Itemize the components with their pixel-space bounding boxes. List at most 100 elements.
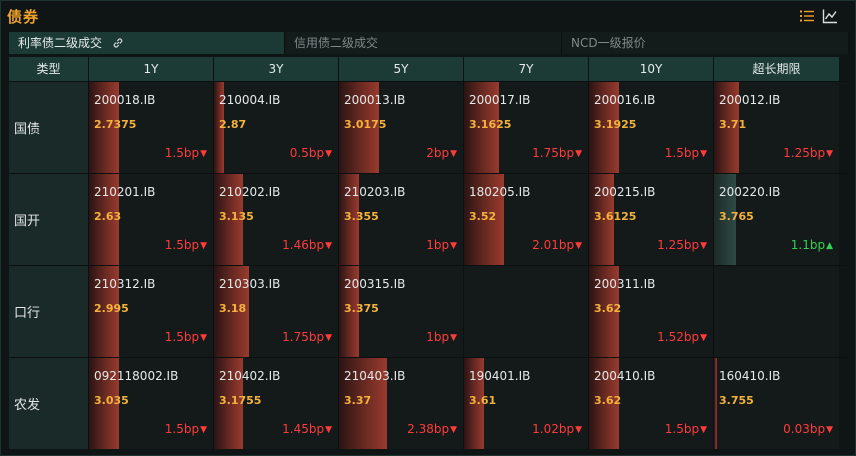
bond-cell[interactable]: 190401.IB 3.61 1.02bp▼ xyxy=(464,358,589,449)
link-icon[interactable] xyxy=(112,37,124,49)
tab-bar: 利率债二级成交 信用债二级成交 NCD一级报价 xyxy=(9,32,849,54)
bond-yield: 2.7375 xyxy=(94,118,137,131)
row-type-label: 国开 xyxy=(9,174,89,265)
yield-change: 1.75bp▼ xyxy=(282,330,332,344)
yield-change: 1bp▼ xyxy=(426,238,457,252)
bond-cell[interactable]: 200215.IB 3.6125 1.25bp▼ xyxy=(589,174,714,265)
bond-cell[interactable]: 210203.IB 3.355 1bp▼ xyxy=(339,174,464,265)
tab-rate-bond-secondary[interactable]: 利率债二级成交 xyxy=(9,32,285,54)
triangle-down-icon: ▼ xyxy=(575,241,582,251)
bond-code: 200315.IB xyxy=(344,277,406,291)
column-header-type: 类型 xyxy=(9,57,89,81)
triangle-down-icon: ▼ xyxy=(200,333,207,343)
triangle-up-icon: ▲ xyxy=(826,241,833,251)
bond-cell[interactable]: 180205.IB 3.52 2.01bp▼ xyxy=(464,174,589,265)
yield-change-value: 1.5bp xyxy=(664,146,700,160)
bond-code: 200410.IB xyxy=(594,369,656,383)
triangle-down-icon: ▼ xyxy=(700,333,707,343)
bond-matrix: 类型 1Y 3Y 5Y 7Y 10Y 超长期限 国债 200018.IB 2.737… xyxy=(9,57,849,449)
bond-cell[interactable]: 200220.IB 3.765 1.1bp▲ xyxy=(714,174,839,265)
yield-change-value: 1.5bp xyxy=(164,146,200,160)
yield-change: 1bp▼ xyxy=(426,330,457,344)
yield-change-value: 1.1bp xyxy=(790,238,826,252)
yield-change-value: 1.5bp xyxy=(164,330,200,344)
yield-change-value: 1bp xyxy=(426,330,450,344)
tab-ncd-primary-quote[interactable]: NCD一级报价 xyxy=(562,32,849,54)
yield-change-value: 0.5bp xyxy=(289,146,325,160)
bond-cell[interactable]: 200016.IB 3.1925 1.5bp▼ xyxy=(589,82,714,173)
yield-change-value: 0.03bp xyxy=(783,422,826,436)
bond-cell[interactable]: 210403.IB 3.37 2.38bp▼ xyxy=(339,358,464,449)
triangle-down-icon: ▼ xyxy=(700,241,707,251)
yield-change: 1.46bp▼ xyxy=(282,238,332,252)
yield-change: 1.52bp▼ xyxy=(657,330,707,344)
yield-change: 1.25bp▼ xyxy=(657,238,707,252)
row-type-label: 国债 xyxy=(9,82,89,173)
bond-cell[interactable]: 160410.IB 3.755 0.03bp▼ xyxy=(714,358,839,449)
triangle-down-icon: ▼ xyxy=(200,241,207,251)
bond-yield: 3.71 xyxy=(719,118,747,131)
bond-cell[interactable]: 210202.IB 3.135 1.46bp▼ xyxy=(214,174,339,265)
triangle-down-icon: ▼ xyxy=(200,425,207,435)
bond-code: 200017.IB xyxy=(469,93,531,107)
bond-code: 200013.IB xyxy=(344,93,406,107)
bond-yield: 3.355 xyxy=(344,210,379,223)
bond-cell xyxy=(464,266,589,357)
triangle-down-icon: ▼ xyxy=(700,425,707,435)
bond-code: 200012.IB xyxy=(719,93,781,107)
bond-cell[interactable]: 200311.IB 3.62 1.52bp▼ xyxy=(589,266,714,357)
bond-cell[interactable]: 210303.IB 3.18 1.75bp▼ xyxy=(214,266,339,357)
yield-change-value: 1.46bp xyxy=(282,238,325,252)
yield-change-value: 1.25bp xyxy=(657,238,700,252)
bond-cell[interactable]: 092118002.IB 3.035 1.5bp▼ xyxy=(89,358,214,449)
bond-cell[interactable]: 200315.IB 3.375 1bp▼ xyxy=(339,266,464,357)
yield-change: 1.25bp▼ xyxy=(783,146,833,160)
yield-change: 0.03bp▼ xyxy=(783,422,833,436)
bond-yield: 3.375 xyxy=(344,302,379,315)
column-header-7y: 7Y xyxy=(464,57,589,81)
bond-cell[interactable]: 210201.IB 2.63 1.5bp▼ xyxy=(89,174,214,265)
bond-cell[interactable]: 210312.IB 2.995 1.5bp▼ xyxy=(89,266,214,357)
column-header-3y: 3Y xyxy=(214,57,339,81)
matrix-body: 国债 200018.IB 2.7375 1.5bp▼ 210004.IB 2.87 0.5b… xyxy=(9,81,849,449)
bond-code: 160410.IB xyxy=(719,369,781,383)
triangle-down-icon: ▼ xyxy=(450,333,457,343)
bond-code: 200220.IB xyxy=(719,185,781,199)
yield-change: 1.5bp▼ xyxy=(165,330,207,344)
yield-change: 1.02bp▼ xyxy=(532,422,582,436)
bond-yield: 2.995 xyxy=(94,302,129,315)
bond-cell[interactable]: 210004.IB 2.87 0.5bp▼ xyxy=(214,82,339,173)
yield-change-value: 1.5bp xyxy=(164,422,200,436)
yield-change: 1.45bp▼ xyxy=(282,422,332,436)
bond-code: 210201.IB xyxy=(94,185,156,199)
bond-code: 190401.IB xyxy=(469,369,531,383)
table-row: 国债 200018.IB 2.7375 1.5bp▼ 210004.IB 2.87 0.5b… xyxy=(9,81,849,173)
tab-credit-bond-secondary[interactable]: 信用债二级成交 xyxy=(285,32,562,54)
bond-cell[interactable]: 200410.IB 3.62 1.5bp▼ xyxy=(589,358,714,449)
bond-yield: 3.1925 xyxy=(594,118,637,131)
yield-change-value: 1.45bp xyxy=(282,422,325,436)
triangle-down-icon: ▼ xyxy=(826,425,833,435)
bond-yield: 3.6125 xyxy=(594,210,637,223)
yield-change: 1.1bp▲ xyxy=(791,238,833,252)
bond-cell[interactable]: 200017.IB 3.1625 1.75bp▼ xyxy=(464,82,589,173)
bond-yield: 3.755 xyxy=(719,394,754,407)
bond-yield: 3.135 xyxy=(219,210,254,223)
bond-code: 210004.IB xyxy=(219,93,281,107)
line-chart-icon[interactable] xyxy=(822,8,838,24)
panel-title: 债券 xyxy=(7,8,40,26)
column-header-1y: 1Y xyxy=(89,57,214,81)
bond-cell[interactable]: 210402.IB 3.1755 1.45bp▼ xyxy=(214,358,339,449)
bond-panel: 债券 利率债二级成交 信用债二级成交 NCD一级报价 类型 1Y 3Y 5Y 7… xyxy=(0,0,856,456)
yield-change-value: 1.02bp xyxy=(532,422,575,436)
triangle-down-icon: ▼ xyxy=(200,149,207,159)
table-row: 农发 092118002.IB 3.035 1.5bp▼ 210402.IB 3.1755… xyxy=(9,357,849,449)
bond-cell[interactable]: 200013.IB 3.0175 2bp▼ xyxy=(339,82,464,173)
bond-cell[interactable]: 200012.IB 3.71 1.25bp▼ xyxy=(714,82,839,173)
bond-code: 200018.IB xyxy=(94,93,156,107)
list-icon[interactable] xyxy=(799,8,815,24)
yield-change-value: 2.38bp xyxy=(407,422,450,436)
bond-code: 210202.IB xyxy=(219,185,281,199)
yield-change-value: 2.01bp xyxy=(532,238,575,252)
bond-cell[interactable]: 200018.IB 2.7375 1.5bp▼ xyxy=(89,82,214,173)
